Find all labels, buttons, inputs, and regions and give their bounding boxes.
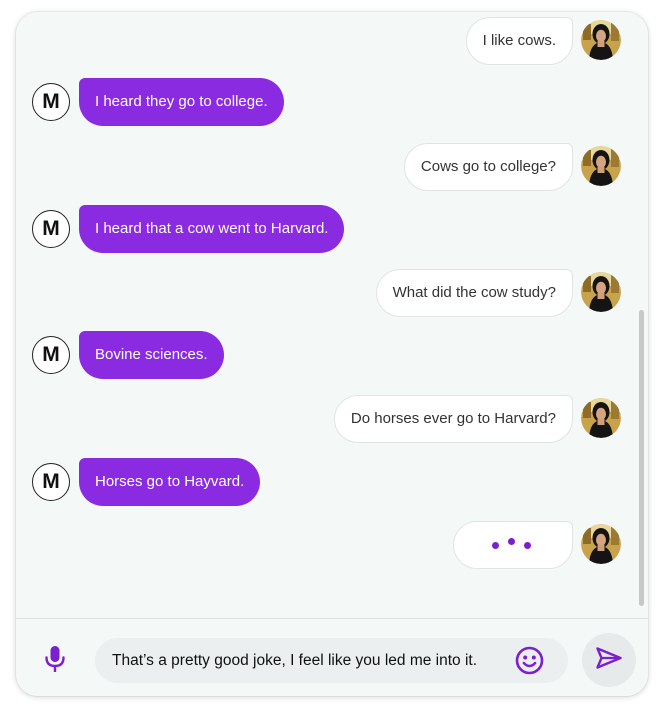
message-row-bot: M I heard that a cow went to Harvard.: [16, 205, 648, 253]
user-avatar: [581, 398, 621, 438]
microphone-icon[interactable]: [44, 645, 66, 673]
message-input[interactable]: That’s a pretty good joke, I feel like y…: [95, 638, 568, 683]
send-icon: [595, 646, 623, 675]
message-row-bot: M Bovine sciences.: [16, 331, 648, 379]
send-button[interactable]: [582, 633, 636, 687]
bot-avatar: M: [32, 336, 70, 374]
typing-dot: [492, 542, 499, 549]
user-avatar: [581, 524, 621, 564]
message-input-text[interactable]: That’s a pretty good joke, I feel like y…: [112, 638, 477, 683]
user-message-bubble: What did the cow study?: [375, 269, 573, 317]
message-row-user: I like cows.: [16, 17, 648, 65]
bot-message-bubble: Bovine sciences.: [79, 331, 224, 379]
message-row-user: Cows go to college?: [16, 143, 648, 191]
bot-message-bubble: Horses go to Hayvard.: [79, 458, 261, 506]
bot-avatar: M: [32, 210, 70, 248]
message-row-bot: M Horses go to Hayvard.: [16, 458, 648, 506]
message-row-user: What did the cow study?: [16, 269, 648, 317]
typing-indicator: [453, 521, 573, 569]
bot-avatar: M: [32, 83, 70, 121]
message-row-user: Do horses ever go to Harvard?: [16, 395, 648, 443]
message-row-bot: M I heard they go to college.: [16, 78, 648, 126]
user-avatar: [581, 272, 621, 312]
user-avatar: [581, 20, 621, 60]
user-message-bubble: Cows go to college?: [403, 143, 573, 191]
message-row-user: [16, 521, 648, 569]
chat-window: I like cows. M I heard they go to colleg…: [16, 12, 648, 696]
emoji-icon[interactable]: [515, 646, 544, 675]
bot-avatar: M: [32, 463, 70, 501]
message-list[interactable]: I like cows. M I heard they go to colleg…: [16, 12, 648, 618]
user-message-bubble: Do horses ever go to Harvard?: [333, 395, 573, 443]
scrollbar[interactable]: [639, 310, 644, 606]
bot-message-bubble: I heard they go to college.: [79, 78, 284, 126]
typing-dot: [524, 542, 531, 549]
user-avatar: [581, 146, 621, 186]
user-message-bubble: I like cows.: [465, 17, 573, 65]
message-composer: That’s a pretty good joke, I feel like y…: [16, 618, 648, 696]
typing-dot: [508, 538, 515, 545]
bot-message-bubble: I heard that a cow went to Harvard.: [79, 205, 345, 253]
